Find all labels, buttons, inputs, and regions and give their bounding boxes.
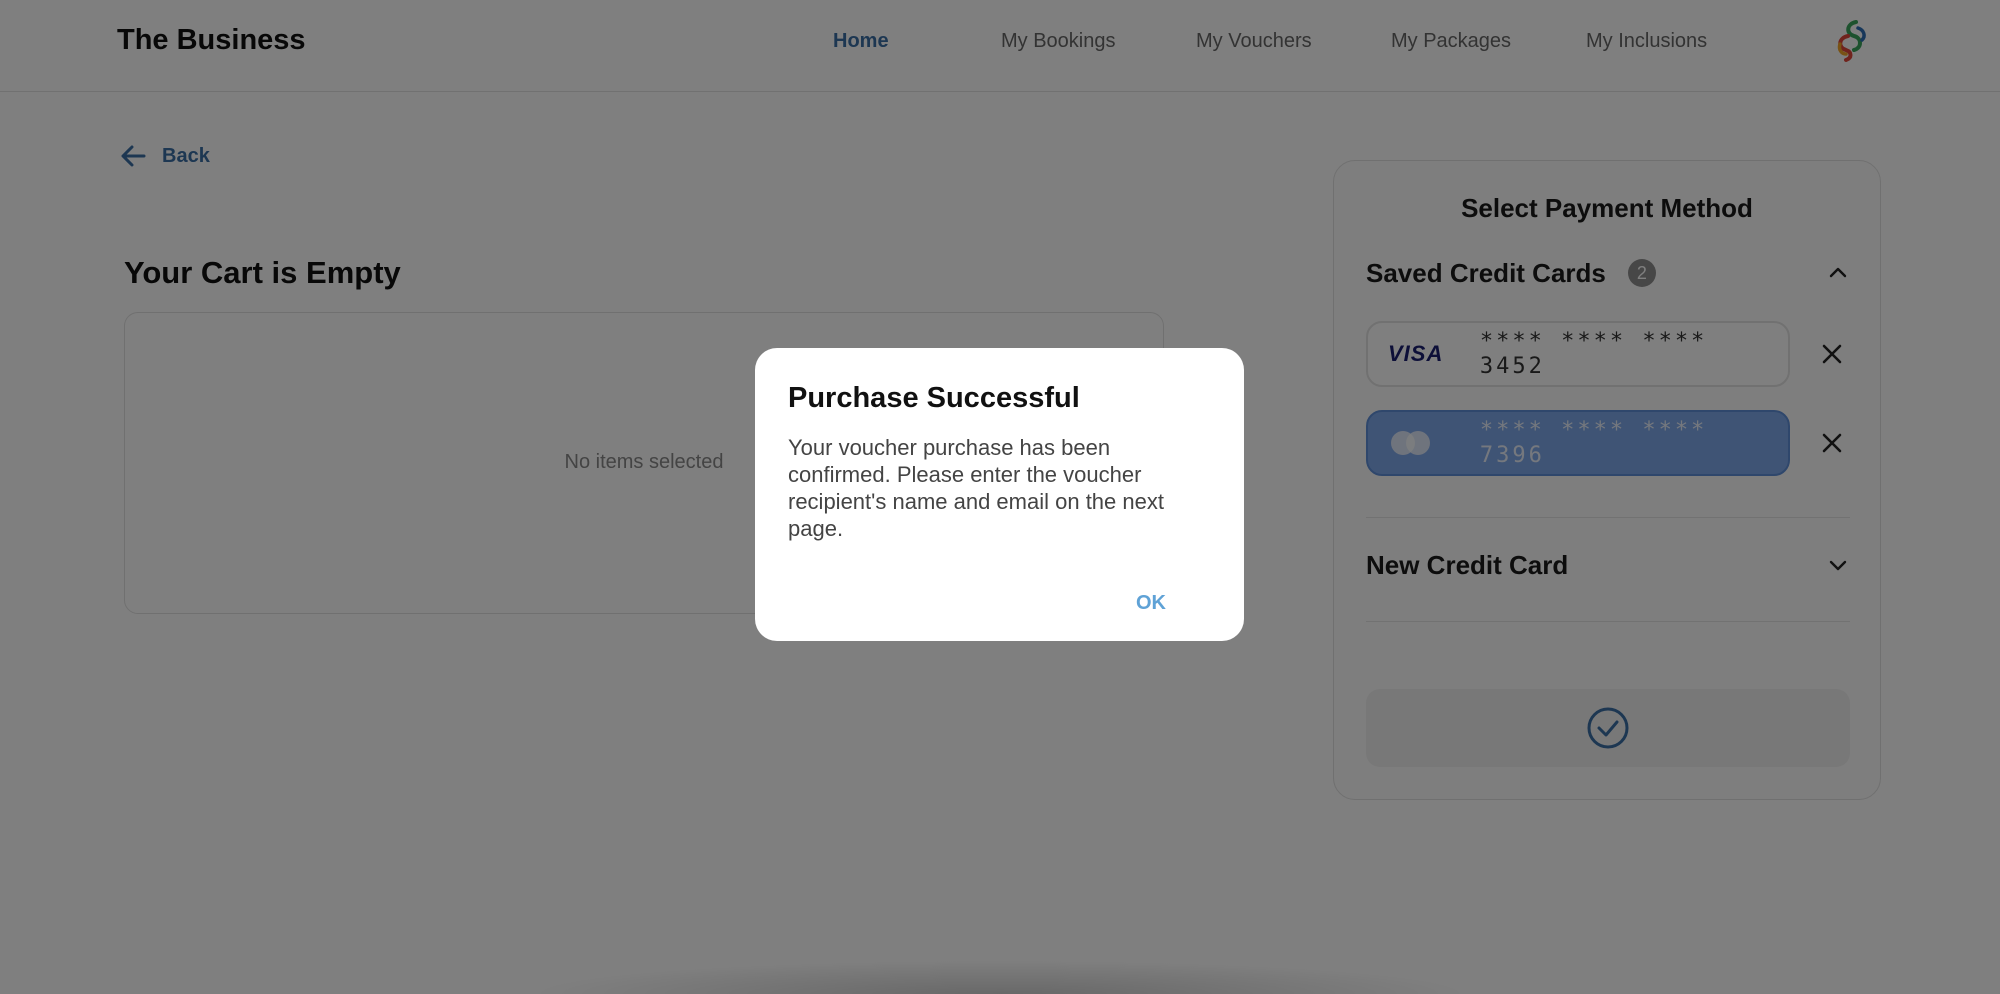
ok-button[interactable]: OK	[1121, 588, 1181, 618]
dialog-message: Your voucher purchase has been confirmed…	[788, 435, 1164, 541]
dialog-title: Purchase Successful	[788, 382, 1080, 414]
purchase-success-dialog: Purchase Successful Your voucher purchas…	[755, 348, 1244, 641]
